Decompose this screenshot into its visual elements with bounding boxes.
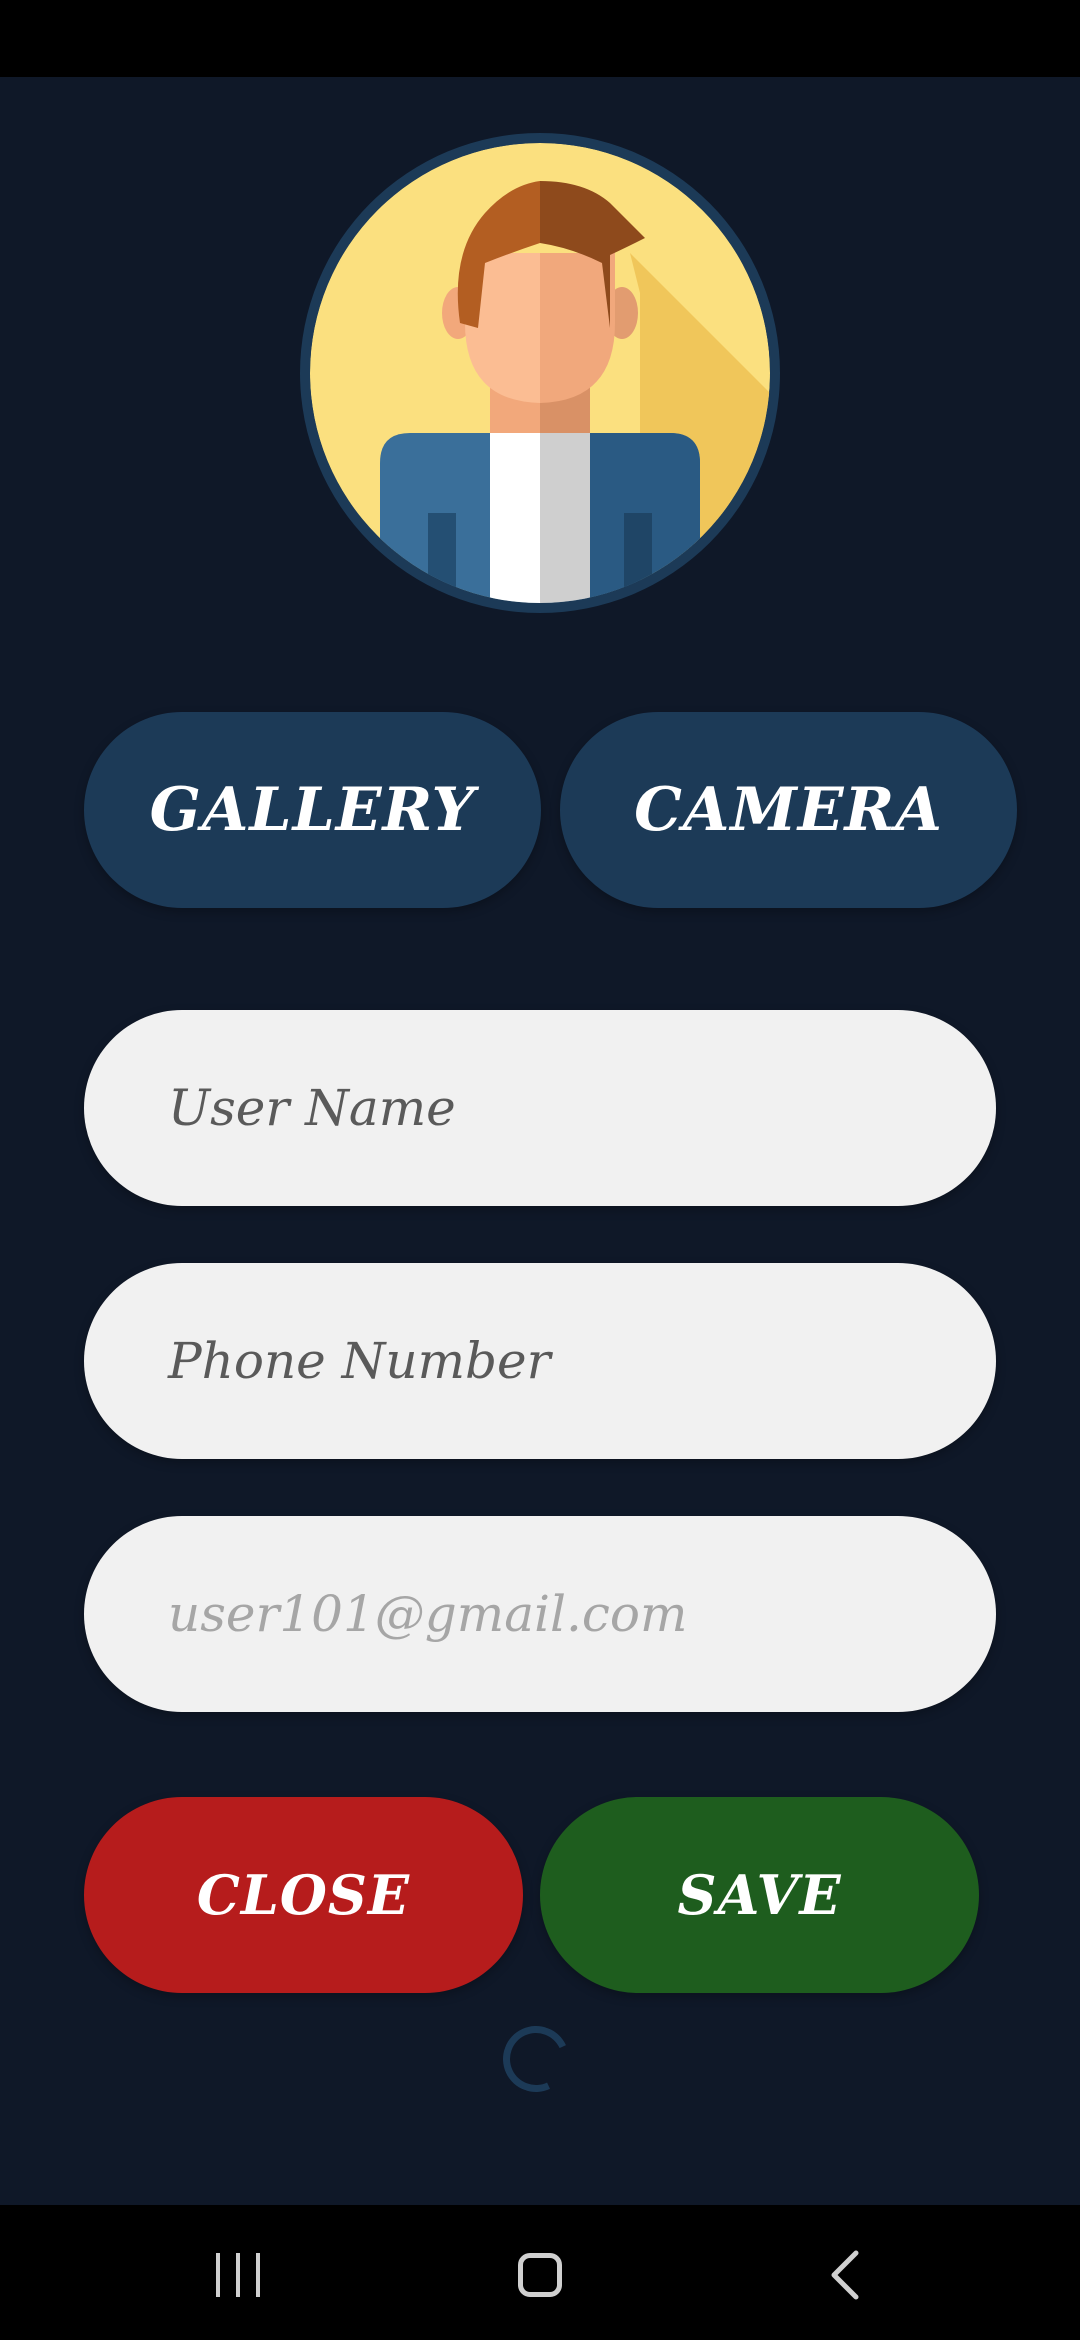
phone-number-field[interactable]: Phone Number [84,1263,996,1459]
save-button[interactable]: SAVE [540,1797,979,1993]
username-field[interactable]: User Name [84,1010,996,1206]
email-field[interactable]: user101@gmail.com [84,1516,996,1712]
home-icon[interactable] [518,2253,562,2297]
person-avatar-icon [310,143,770,603]
profile-avatar[interactable] [300,133,780,613]
camera-button[interactable]: CAMERA [560,712,1017,908]
username-value: User Name [168,1079,456,1137]
email-placeholder: user101@gmail.com [168,1585,688,1643]
close-button[interactable]: CLOSE [84,1797,523,1993]
phone-number-value: Phone Number [168,1332,551,1390]
recents-icon[interactable] [216,2253,264,2297]
gallery-button[interactable]: GALLERY [84,712,541,908]
back-icon[interactable] [826,2249,866,2301]
status-bar [0,0,1080,77]
spinner-icon [493,2016,579,2102]
navigation-bar [0,2205,1080,2340]
